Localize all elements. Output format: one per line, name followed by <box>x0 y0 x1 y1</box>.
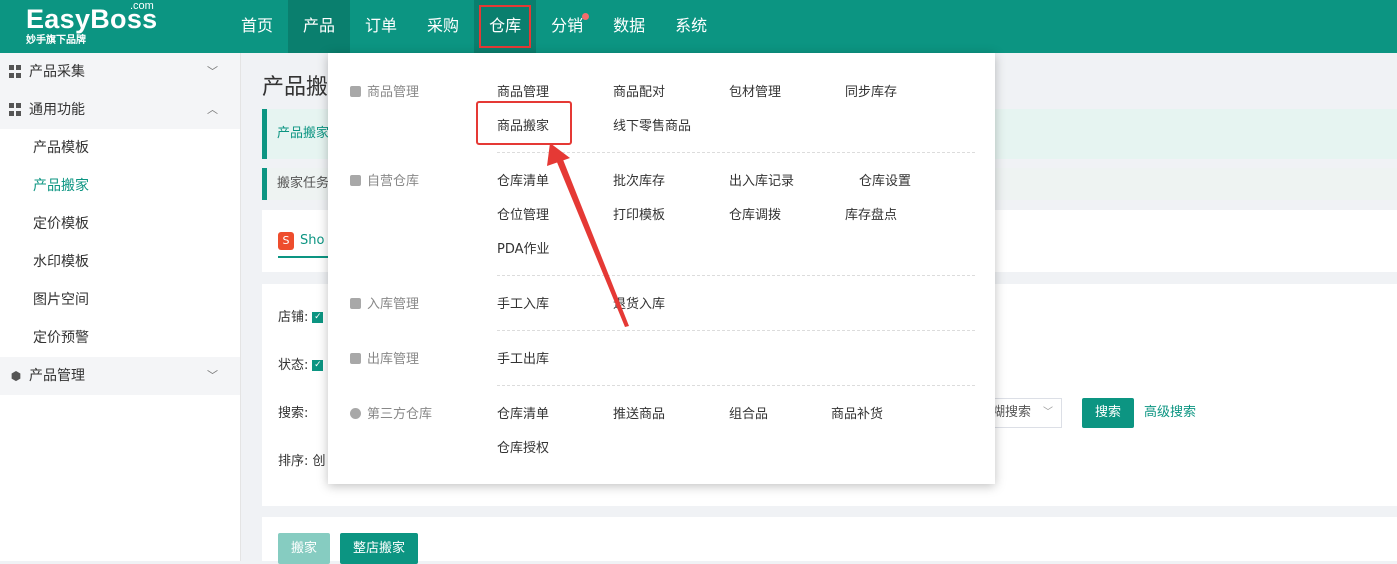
tag-icon <box>350 86 361 97</box>
category-outbound: 出库管理 <box>350 348 419 367</box>
shopee-icon: S <box>278 231 294 250</box>
sidebar-item-watermark-template[interactable]: 水印模板 <box>0 243 240 281</box>
menu-item-location-manage[interactable]: 仓位管理 <box>497 204 549 223</box>
menu-item-manual-inbound[interactable]: 手工入库 <box>497 293 549 312</box>
sidebar-item-product-template[interactable]: 产品模板 <box>0 129 240 167</box>
menu-item-packaging[interactable]: 包材管理 <box>729 81 781 100</box>
category-goods: 商品管理 <box>350 81 419 100</box>
sidebar-group-label: 产品管理 <box>29 368 85 384</box>
move-button[interactable]: 搬家 <box>278 533 330 564</box>
sidebar-group-label: 通用功能 <box>29 102 85 118</box>
category-label: 入库管理 <box>367 297 420 312</box>
menu-item-batch-stock[interactable]: 批次库存 <box>613 170 665 189</box>
nav-distribution[interactable]: 分销 <box>536 0 598 53</box>
page-title: 产品搬 <box>262 75 329 100</box>
status-label: 状态: <box>278 358 309 373</box>
nav-product[interactable]: 产品 <box>288 0 351 53</box>
highlight-box <box>476 101 572 145</box>
move-store-button[interactable]: 整店搬家 <box>340 533 418 564</box>
category-label: 出库管理 <box>367 352 420 367</box>
nav-orders[interactable]: 订单 <box>350 0 412 53</box>
menu-item-sync-stock[interactable]: 同步库存 <box>845 81 897 100</box>
menu-item-stocktake[interactable]: 库存盘点 <box>845 204 897 223</box>
sidebar-item-pricing-alert[interactable]: 定价预警 <box>0 319 240 357</box>
warehouse-dropdown-menu: 商品管理 商品管理 商品配对 包材管理 同步库存 商品搬家 线下零售商品 自营仓… <box>328 53 995 484</box>
category-label: 第三方仓库 <box>367 407 433 422</box>
notification-dot <box>582 13 590 20</box>
advanced-search-link[interactable]: 高级搜索 <box>1144 398 1196 428</box>
search-button[interactable]: 搜索 <box>1082 398 1134 428</box>
brand-logo[interactable]: EasyBoss .com 妙手旗下品牌 <box>26 0 157 47</box>
divider <box>497 152 975 153</box>
status-filter: 状态: ✓ <box>278 354 324 373</box>
sidebar-item-pricing-template[interactable]: 定价模板 <box>0 205 240 243</box>
status-checkbox[interactable]: ✓ <box>312 360 324 371</box>
store-label: 店铺: <box>278 310 309 325</box>
nav-purchase[interactable]: 采购 <box>412 0 474 53</box>
sort-value[interactable]: 创 <box>313 454 326 469</box>
main-nav: 首页 产品 订单 采购 仓库 分销 数据 系统 <box>226 0 722 53</box>
outbox-icon <box>350 353 361 364</box>
divider <box>497 275 975 276</box>
menu-item-return-inbound[interactable]: 退货入库 <box>613 293 665 312</box>
menu-item-warehouse-settings[interactable]: 仓库设置 <box>859 170 911 189</box>
chevron-down-icon: ﹀ <box>207 65 218 78</box>
category-label: 商品管理 <box>367 85 420 100</box>
nav-warehouse[interactable]: 仓库 <box>474 0 537 53</box>
home-icon <box>350 175 361 186</box>
menu-item-warehouse-transfer[interactable]: 仓库调拨 <box>729 204 781 223</box>
brand-suffix: .com <box>130 0 154 12</box>
sort-filter: 排序: 创 <box>278 450 326 469</box>
menu-item-print-template[interactable]: 打印模板 <box>613 204 665 223</box>
cube-icon: ⬢ <box>10 369 22 383</box>
nav-home[interactable]: 首页 <box>226 0 288 53</box>
grid-icon <box>9 65 23 79</box>
sidebar-group-common[interactable]: 通用功能 ︿ <box>0 91 240 129</box>
sidebar-item-image-space[interactable]: 图片空间 <box>0 281 240 319</box>
sidebar-item-product-move[interactable]: 产品搬家 <box>0 167 240 205</box>
menu-item-combo[interactable]: 组合品 <box>729 403 768 422</box>
chevron-down-icon: ﹀ <box>1043 407 1053 418</box>
menu-item-push-goods[interactable]: 推送商品 <box>613 403 665 422</box>
menu-item-pda[interactable]: PDA作业 <box>497 238 550 257</box>
sort-label: 排序: <box>278 454 309 469</box>
menu-item-warehouse-list[interactable]: 仓库清单 <box>497 170 549 189</box>
nav-system[interactable]: 系统 <box>660 0 722 53</box>
search-mode-value: 糊搜索 <box>992 405 1032 420</box>
action-card: 搬家 整店搬家 <box>262 517 1397 564</box>
menu-item-offline-retail[interactable]: 线下零售商品 <box>613 115 691 134</box>
nav-distribution-label: 分销 <box>551 16 584 35</box>
menu-item-goods-pair[interactable]: 商品配对 <box>613 81 665 100</box>
store-checkbox[interactable]: ✓ <box>312 312 324 323</box>
tab-shopee-label: Sho <box>300 233 325 248</box>
brand-tagline: 妙手旗下品牌 <box>26 35 86 46</box>
menu-item-goods-manage[interactable]: 商品管理 <box>497 81 549 100</box>
store-filter: 店铺: ✓ <box>278 306 324 325</box>
divider <box>497 385 975 386</box>
menu-item-third-warehouse-list[interactable]: 仓库清单 <box>497 403 549 422</box>
menu-item-io-records[interactable]: 出入库记录 <box>729 170 794 189</box>
nav-data[interactable]: 数据 <box>598 0 660 53</box>
globe-icon <box>350 408 361 419</box>
grid-icon <box>9 103 23 117</box>
menu-item-warehouse-auth[interactable]: 仓库授权 <box>497 437 549 456</box>
chevron-down-icon: ﹀ <box>207 369 218 382</box>
menu-item-replenish[interactable]: 商品补货 <box>831 403 883 422</box>
top-navbar: EasyBoss .com 妙手旗下品牌 首页 产品 订单 采购 仓库 分销 数… <box>0 0 1397 53</box>
sidebar-group-label: 产品采集 <box>29 64 85 80</box>
chevron-up-icon: ︿ <box>207 103 218 116</box>
menu-item-manual-outbound[interactable]: 手工出库 <box>497 348 549 367</box>
divider <box>497 330 975 331</box>
tab-shopee[interactable]: S Sho <box>278 230 335 258</box>
sidebar: 产品采集 ﹀ 通用功能 ︿ 产品模板 产品搬家 定价模板 水印模板 图片空间 定… <box>0 53 241 561</box>
sidebar-group-product[interactable]: ⬢ 产品管理 ﹀ <box>0 357 240 395</box>
sidebar-group-collect[interactable]: 产品采集 ﹀ <box>0 53 240 91</box>
search-label: 搜索: <box>278 406 309 421</box>
category-inbound: 入库管理 <box>350 293 419 312</box>
category-label: 自营仓库 <box>367 174 420 189</box>
inbox-icon <box>350 298 361 309</box>
category-self-warehouse: 自营仓库 <box>350 170 419 189</box>
category-third-party: 第三方仓库 <box>350 403 432 422</box>
